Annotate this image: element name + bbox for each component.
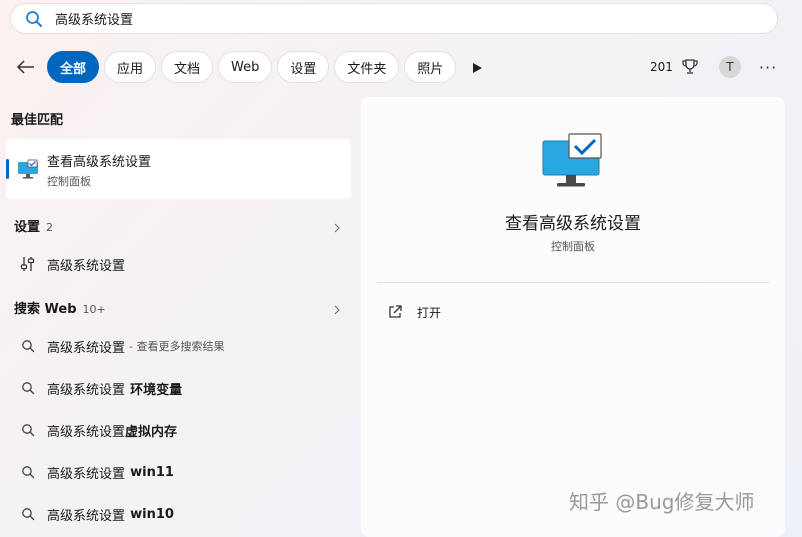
tab-apps[interactable]: 应用 [104, 51, 157, 83]
best-match-item[interactable]: 查看高级系统设置 控制面板 [6, 139, 351, 199]
search-icon [20, 380, 36, 396]
filter-bar: 全部 应用 文档 Web 设置 文件夹 照片 201 T ··· [0, 49, 802, 85]
web-result-suffix: 虚拟内存 [125, 424, 178, 440]
detail-pane: 查看高级系统设置 控制面板 打开 [361, 97, 785, 537]
open-action[interactable]: 打开 [387, 302, 441, 322]
chevron-right-icon[interactable] [332, 301, 342, 315]
search-input[interactable] [55, 11, 655, 26]
web-result-suffix: win11 [130, 464, 174, 480]
web-result-label: 高级系统设置 [47, 466, 126, 482]
web-section-title: 搜索 Web [14, 302, 77, 317]
web-result-label: 高级系统设置 [47, 508, 126, 524]
search-icon [20, 338, 36, 354]
search-icon [20, 464, 36, 480]
search-icon [20, 506, 36, 522]
open-external-icon [387, 304, 403, 320]
best-match-category: 控制面板 [47, 175, 91, 188]
best-match-heading: 最佳匹配 [11, 113, 64, 128]
settings-result-label: 高级系统设置 [47, 258, 126, 274]
more-options-icon[interactable]: ··· [759, 58, 777, 77]
rewards-trophy-icon[interactable] [681, 58, 699, 76]
web-result-item[interactable]: 高级系统设置 win11 [14, 459, 354, 485]
back-arrow-icon[interactable] [14, 57, 38, 77]
avatar[interactable]: T [718, 56, 741, 78]
web-result-suffix: 环境变量 [130, 382, 183, 398]
right-tools: 201 T ··· [650, 53, 777, 81]
web-result-item[interactable]: 高级系统设置 - 查看更多搜索结果 [14, 333, 354, 359]
web-result-item[interactable]: 高级系统设置 环境变量 [14, 375, 354, 401]
open-action-label: 打开 [417, 305, 442, 320]
settings-section-title: 设置 [14, 220, 41, 235]
settings-result-item[interactable]: 高级系统设置 [14, 251, 354, 277]
tab-photos[interactable]: 照片 [404, 51, 457, 83]
control-panel-monitor-icon [17, 159, 39, 179]
tab-documents[interactable]: 文档 [161, 51, 214, 83]
search-box[interactable] [10, 3, 778, 34]
chevron-right-icon[interactable] [332, 219, 342, 233]
play-icon[interactable] [470, 60, 484, 74]
watermark: 知乎 @Bug修复大师 [569, 490, 755, 514]
tab-settings[interactable]: 设置 [277, 51, 330, 83]
settings-sliders-icon [20, 256, 36, 272]
filter-tabs: 全部 应用 文档 Web 设置 文件夹 照片 [47, 51, 457, 83]
web-section-heading[interactable]: 搜索 Web 10+ [14, 298, 106, 317]
search-icon [20, 422, 36, 438]
web-result-item[interactable]: 高级系统设置 win10 [14, 501, 354, 527]
web-section-count: 10+ [82, 303, 106, 316]
detail-subtitle: 控制面板 [551, 240, 595, 253]
tab-web[interactable]: Web [218, 51, 273, 83]
web-result-label: 高级系统设置 [47, 340, 126, 356]
settings-section-heading[interactable]: 设置 2 [14, 216, 53, 235]
web-result-label: 高级系统设置 [47, 424, 126, 440]
detail-title: 查看高级系统设置 [505, 214, 641, 234]
selection-indicator [6, 159, 9, 179]
web-result-label: 高级系统设置 [47, 382, 126, 398]
divider [377, 282, 769, 283]
settings-section-count: 2 [46, 221, 54, 234]
rewards-points: 201 [650, 60, 673, 74]
tab-folders[interactable]: 文件夹 [334, 51, 400, 83]
tab-all[interactable]: 全部 [47, 51, 100, 83]
best-match-name: 查看高级系统设置 [47, 155, 152, 170]
web-result-sub: - 查看更多搜索结果 [129, 340, 225, 353]
web-result-item[interactable]: 高级系统设置 虚拟内存 [14, 417, 354, 443]
results-pane: 最佳匹配 查看高级系统设置 控制面板 设置 2 高级系统设置 搜索 Web 10+ … [0, 98, 358, 537]
search-icon [25, 10, 43, 28]
web-result-suffix: win10 [130, 506, 174, 522]
control-panel-monitor-icon [541, 133, 603, 189]
